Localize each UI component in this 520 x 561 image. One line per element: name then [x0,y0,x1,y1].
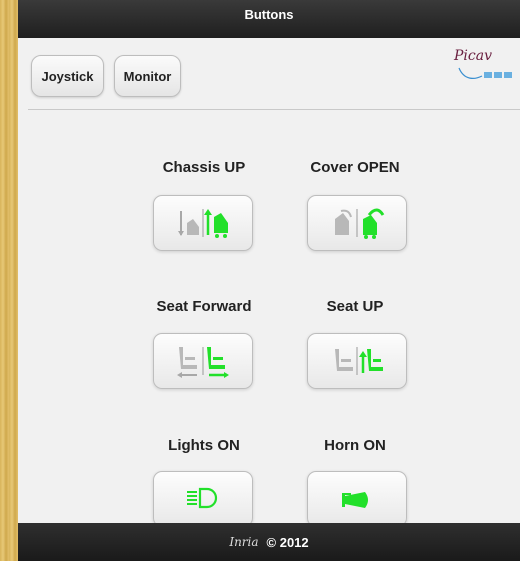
cover-open-label: Cover OPEN [310,159,400,176]
title-bar: Buttons [18,0,520,38]
seat-up-button[interactable] [307,333,407,389]
monitor-button-label: Monitor [123,68,172,84]
lights-on-label: Lights ON [168,437,240,454]
cover-open-icon [335,208,385,239]
cover-open-button[interactable] [307,195,407,251]
headlight-icon [187,487,218,509]
logo-text: Picav [454,48,492,64]
copyright-text: © 2012 [266,534,309,550]
page-title: Buttons [244,7,294,22]
chassis-up-button[interactable] [153,195,253,251]
horn-on-button[interactable] [307,471,407,527]
header: Joystick Monitor Picav [28,38,520,110]
controls-panel: Chassis UP Cover OPEN Seat Forward Seat … [18,110,520,527]
chassis-up-icon [178,209,228,238]
inria-logo: Inria [229,535,259,549]
app-window: Buttons Joystick Monitor Picav Chassis U… [18,0,520,561]
horn-on-label: Horn ON [324,437,386,454]
seat-forward-icon [177,347,229,378]
joystick-button-label: Joystick [41,68,94,84]
horn-icon [342,492,368,508]
picav-logo: Picav [454,48,520,88]
joystick-button[interactable]: Joystick [31,55,104,97]
seat-up-icon [335,347,383,375]
footer: Inria © 2012 [18,523,520,561]
chassis-up-label: Chassis UP [162,159,246,176]
monitor-button[interactable]: Monitor [114,55,181,97]
seat-up-label: Seat UP [326,298,384,315]
seat-forward-label: Seat Forward [156,298,252,315]
seat-forward-button[interactable] [153,333,253,389]
lights-on-button[interactable] [153,471,253,527]
